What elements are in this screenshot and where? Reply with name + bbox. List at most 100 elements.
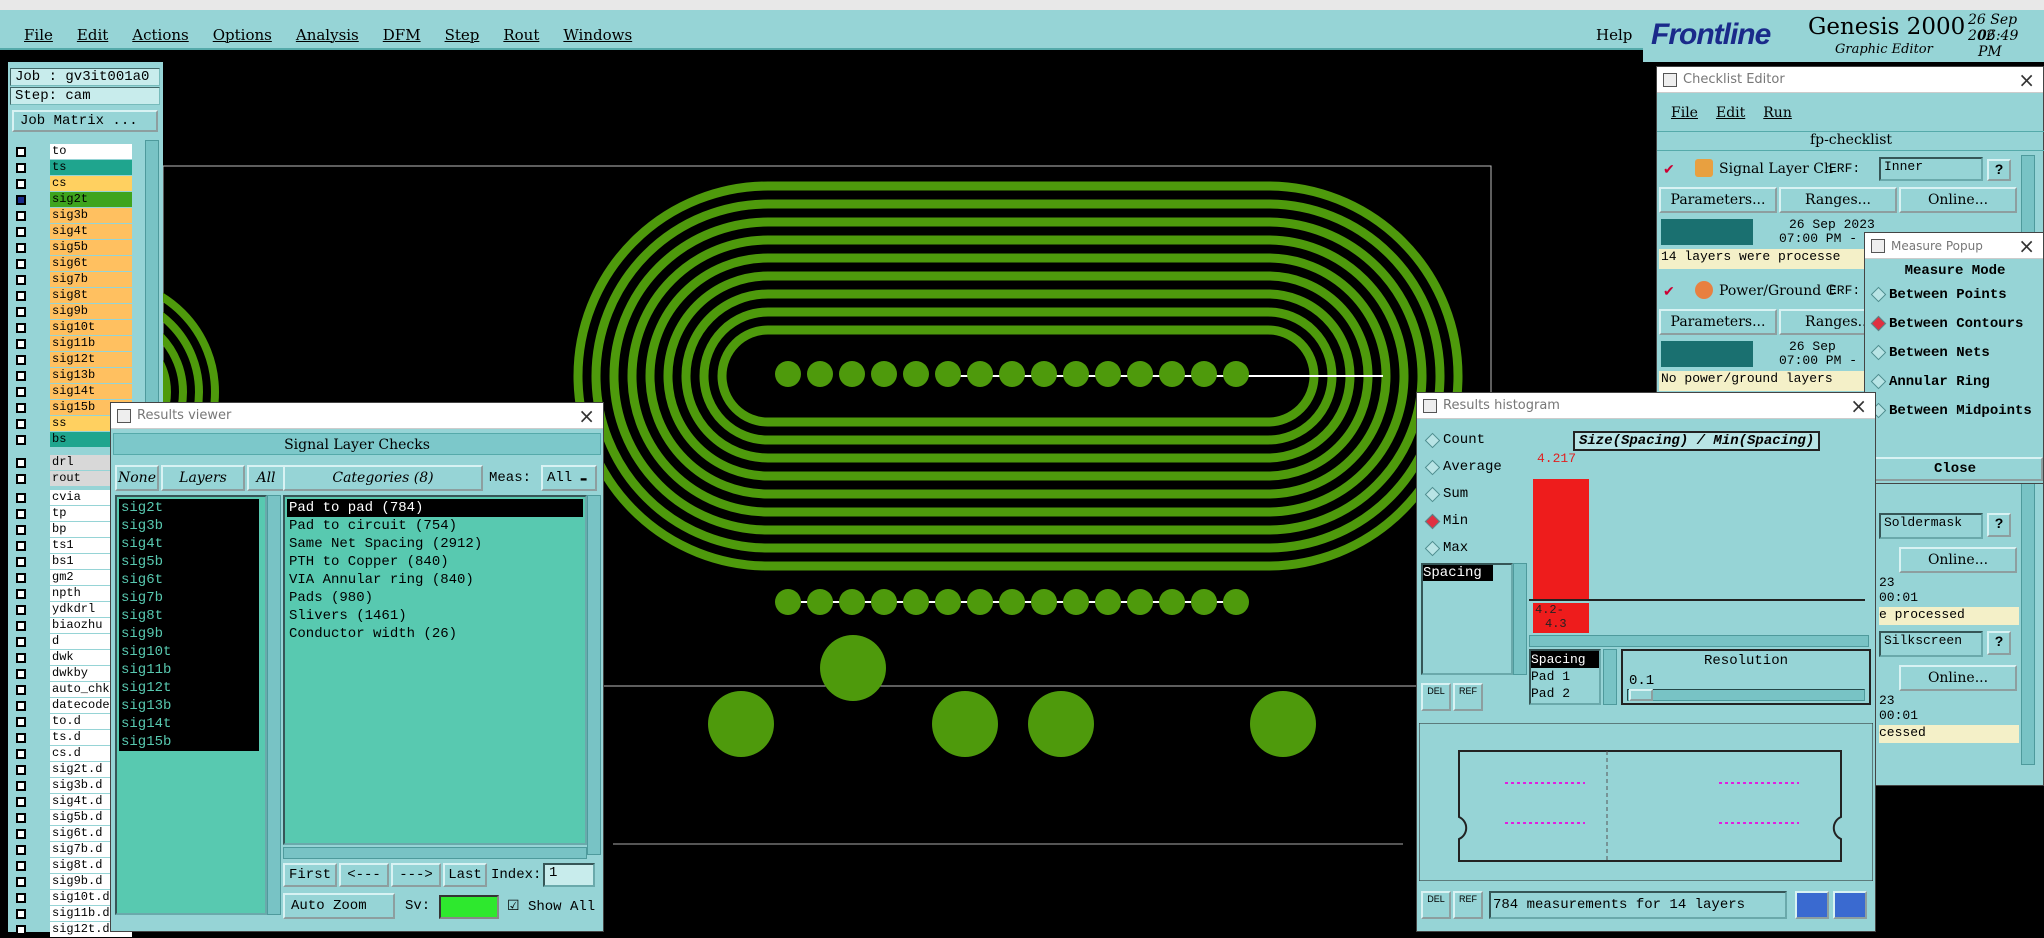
menu-actions[interactable]: Actions [132, 26, 188, 44]
measure-option[interactable]: Between Contours [1867, 310, 2044, 339]
layer-checkbox[interactable] [16, 861, 26, 871]
layer-checkbox[interactable] [16, 685, 26, 695]
layer-name[interactable]: sig6t [50, 256, 132, 271]
layer-checkbox[interactable] [16, 525, 26, 535]
layer-checkbox[interactable] [16, 419, 26, 429]
parameters-button[interactable]: Parameters... [1659, 187, 1777, 213]
histogram-bar[interactable] [1533, 479, 1589, 601]
layer-checkbox[interactable] [16, 323, 26, 333]
layer-list-scrollbar[interactable] [267, 495, 281, 915]
help-icon[interactable]: ? [1987, 513, 2011, 537]
layer-checkbox[interactable] [16, 339, 26, 349]
layer-checkbox[interactable] [16, 573, 26, 583]
layer-checkbox[interactable] [16, 701, 26, 711]
first-button[interactable]: First [283, 863, 337, 887]
erf-value-4[interactable]: Silkscreen [1879, 631, 1983, 657]
chart-icon-button-2[interactable] [1833, 891, 1867, 919]
selection-item[interactable]: Pad 1 [1531, 668, 1599, 685]
layer-row[interactable]: sig4t [12, 224, 132, 240]
show-all-checkbox[interactable]: ☑ Show All [507, 898, 595, 915]
layer-checkbox[interactable] [16, 765, 26, 775]
all-button[interactable]: All [247, 465, 285, 491]
chart-hscroll[interactable] [1529, 635, 1869, 647]
layer-row[interactable]: sig2t [12, 192, 132, 208]
category-item[interactable]: Same Net Spacing (2912) [287, 535, 583, 553]
layer-name[interactable]: sig14t [50, 384, 132, 399]
results-layer-item[interactable]: sig9b [119, 625, 259, 643]
layer-name[interactable]: sig2t [50, 192, 132, 207]
layer-checkbox[interactable] [16, 243, 26, 253]
menu-rout[interactable]: Rout [503, 26, 539, 44]
none-button[interactable]: None [115, 465, 159, 491]
layer-name[interactable]: sig10t [50, 320, 132, 335]
online-button-3[interactable]: Online... [1899, 547, 2017, 573]
parameters-button[interactable]: Parameters... [1659, 309, 1777, 335]
category-item[interactable]: VIA Annular ring (840) [287, 571, 583, 589]
layer-checkbox[interactable] [16, 653, 26, 663]
measure-option[interactable]: Annular Ring [1867, 368, 2044, 397]
run-icons[interactable] [1661, 341, 1753, 367]
selection-item[interactable]: Pad 2 [1531, 685, 1599, 702]
layer-row[interactable]: ts [12, 160, 132, 176]
histogram-list-item[interactable]: Spacing [1423, 565, 1493, 581]
layer-row[interactable]: sig7b [12, 272, 132, 288]
layer-checkbox[interactable] [16, 781, 26, 791]
del-button-bottom[interactable]: DEL [1421, 891, 1451, 919]
checklist-menu-run[interactable]: Run [1763, 105, 1792, 121]
menu-windows[interactable]: Windows [563, 26, 632, 44]
results-layer-item[interactable]: sig12t [119, 679, 259, 697]
layer-checkbox[interactable] [16, 211, 26, 221]
measure-option[interactable]: Between Points [1867, 281, 2044, 310]
layer-checkbox[interactable] [16, 813, 26, 823]
results-layer-item[interactable]: sig13b [119, 697, 259, 715]
index-input[interactable]: 1 [543, 863, 595, 887]
layer-row[interactable]: sig13b [12, 368, 132, 384]
categories-button[interactable]: Categories (8) [283, 465, 483, 491]
online-button-4[interactable]: Online... [1899, 665, 2017, 691]
selection-scrollbar[interactable] [1603, 649, 1617, 705]
layer-checkbox[interactable] [16, 893, 26, 903]
layer-checkbox[interactable] [16, 541, 26, 551]
results-layer-item[interactable]: sig5b [119, 553, 259, 571]
layer-checkbox[interactable] [16, 307, 26, 317]
layer-checkbox[interactable] [16, 458, 26, 468]
category-item[interactable]: Conductor width (26) [287, 625, 583, 643]
layer-checkbox[interactable] [16, 621, 26, 631]
resolution-slider-thumb[interactable] [1629, 689, 1653, 701]
job-matrix-button[interactable]: Job Matrix ... [12, 110, 158, 132]
layer-row[interactable]: sig14t [12, 384, 132, 400]
layer-name[interactable]: cs [50, 176, 132, 191]
layer-checkbox[interactable] [16, 195, 26, 205]
prev-button[interactable]: <--- [339, 863, 389, 887]
layer-checkbox[interactable] [16, 474, 26, 484]
menu-step[interactable]: Step [445, 26, 480, 44]
layer-checkbox[interactable] [16, 637, 26, 647]
layer-checkbox[interactable] [16, 605, 26, 615]
histogram-option[interactable]: Max [1421, 535, 1525, 562]
results-layer-item[interactable]: sig11b [119, 661, 259, 679]
last-button[interactable]: Last [443, 863, 487, 887]
measure-option[interactable]: Between Nets [1867, 339, 2044, 368]
results-layer-item[interactable]: sig14t [119, 715, 259, 733]
layer-name[interactable]: sig12t [50, 352, 132, 367]
results-layer-item[interactable]: sig7b [119, 589, 259, 607]
selection-item[interactable]: Spacing [1531, 651, 1599, 668]
layer-checkbox[interactable] [16, 493, 26, 503]
results-layer-item[interactable]: sig8t [119, 607, 259, 625]
layer-row[interactable]: sig9b [12, 304, 132, 320]
menu-help[interactable]: Help [1596, 26, 1632, 44]
check-icon[interactable]: ✔ [1663, 283, 1675, 300]
layer-checkbox[interactable] [16, 845, 26, 855]
histogram-list-scrollbar[interactable] [1513, 563, 1527, 675]
checklist-menu-edit[interactable]: Edit [1716, 105, 1745, 121]
layer-name[interactable]: ts [50, 160, 132, 175]
sv-color-swatch[interactable] [439, 895, 499, 919]
layer-row[interactable]: sig11b [12, 336, 132, 352]
layer-checkbox[interactable] [16, 909, 26, 919]
menu-dfm[interactable]: DFM [383, 26, 421, 44]
category-item[interactable]: Pad to circuit (754) [287, 517, 583, 535]
layer-name[interactable]: sig13b [50, 368, 132, 383]
category-item[interactable]: Pad to pad (784) [287, 499, 583, 517]
measure-close-button[interactable]: Close [1867, 457, 2043, 481]
layer-checkbox[interactable] [16, 371, 26, 381]
